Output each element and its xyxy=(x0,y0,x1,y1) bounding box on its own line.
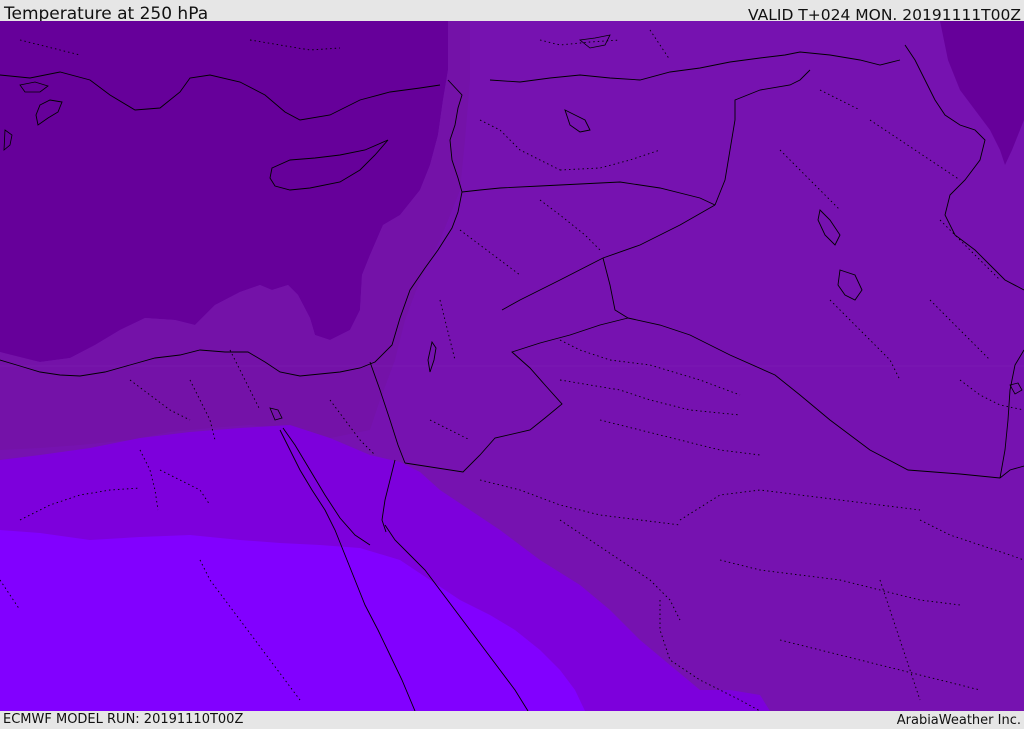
map-svg xyxy=(0,21,1024,711)
map-canvas xyxy=(0,21,1024,711)
credit-label: ArabiaWeather Inc. xyxy=(896,713,1021,728)
map-figure: Temperature at 250 hPa VALID T+024 MON. … xyxy=(0,0,1024,729)
model-run-label: ECMWF MODEL RUN: 20191110T00Z xyxy=(3,712,244,727)
